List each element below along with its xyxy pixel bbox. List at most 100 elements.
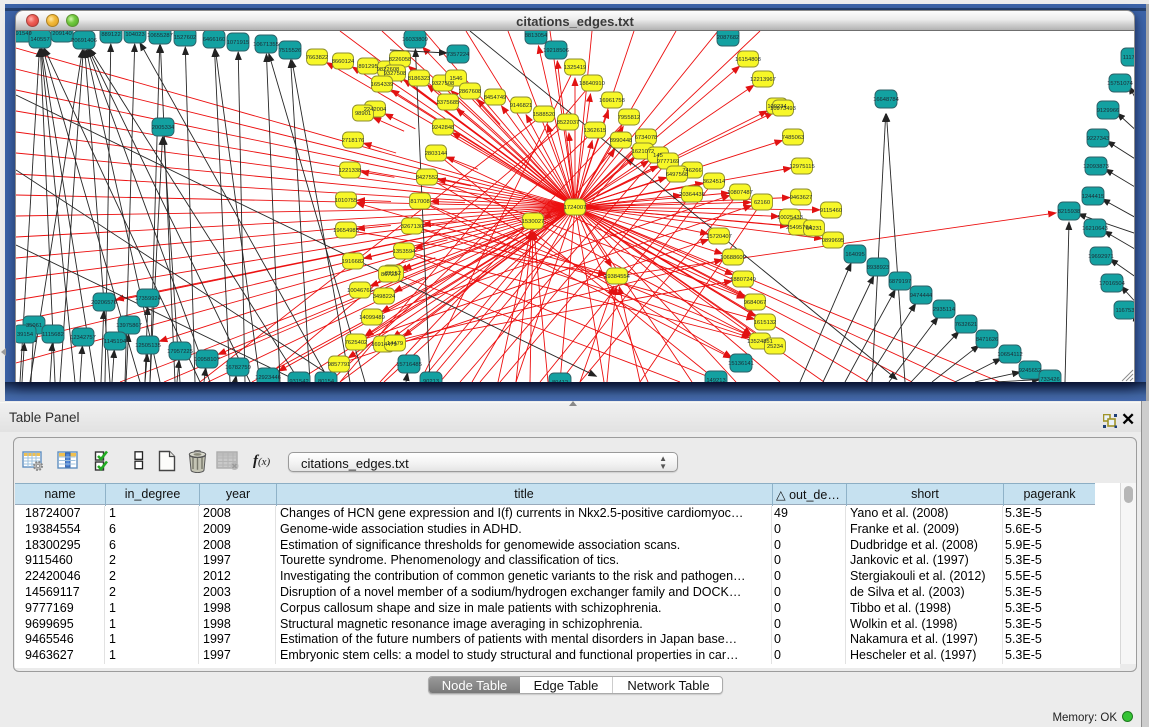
- svg-text:1145194: 1145194: [104, 339, 127, 345]
- svg-text:391549: 391549: [16, 31, 32, 37]
- svg-text:90213: 90213: [423, 379, 439, 382]
- svg-text:8660124: 8660124: [332, 59, 355, 65]
- svg-text:25234: 25234: [767, 344, 784, 350]
- svg-text:1546: 1546: [450, 76, 463, 82]
- svg-text:19384554: 19384554: [604, 274, 631, 280]
- svg-text:7515526: 7515526: [279, 48, 302, 54]
- svg-text:19218506: 19218506: [543, 48, 569, 54]
- svg-text:164095: 164095: [845, 252, 864, 258]
- svg-text:9129966: 9129966: [1097, 108, 1120, 114]
- svg-text:8427552: 8427552: [416, 175, 439, 181]
- svg-text:0899695: 0899695: [822, 238, 845, 244]
- svg-text:1115682: 1115682: [42, 332, 64, 338]
- svg-text:1588520: 1588520: [533, 112, 556, 118]
- svg-text:2005334: 2005334: [152, 125, 175, 131]
- svg-text:17016504: 17016504: [1099, 281, 1126, 287]
- svg-text:64231: 64231: [806, 226, 822, 232]
- svg-text:1621072: 1621072: [632, 149, 655, 155]
- svg-text:10025433: 10025433: [777, 215, 803, 221]
- svg-text:35061: 35061: [26, 323, 42, 329]
- svg-text:20691406: 20691406: [71, 38, 97, 44]
- svg-text:2935114: 2935114: [933, 307, 956, 313]
- svg-text:10688609: 10688609: [720, 255, 746, 261]
- svg-text:1244415: 1244415: [1082, 194, 1105, 200]
- svg-text:80412: 80412: [552, 380, 568, 382]
- svg-text:9777169: 9777169: [657, 159, 680, 165]
- svg-text:8522037: 8522037: [557, 120, 580, 126]
- svg-text:10807487: 10807487: [727, 190, 753, 196]
- svg-text:12093873: 12093873: [1083, 164, 1109, 170]
- svg-text:16210643: 16210643: [1082, 226, 1108, 232]
- svg-text:1724007: 1724007: [564, 205, 587, 211]
- svg-text:1221338: 1221338: [339, 168, 362, 174]
- svg-text:149213: 149213: [706, 378, 725, 382]
- svg-text:9242848: 9242848: [432, 125, 455, 131]
- svg-text:8813054: 8813054: [525, 33, 548, 39]
- svg-text:9245652: 9245652: [1019, 368, 1042, 374]
- svg-text:9463627: 9463627: [790, 195, 813, 201]
- svg-text:2718176: 2718176: [342, 138, 365, 144]
- svg-text:8938923: 8938923: [867, 265, 890, 271]
- svg-text:7663822: 7663822: [306, 55, 329, 61]
- svg-text:1615132: 1615132: [754, 320, 777, 326]
- svg-text:817008: 817008: [410, 199, 429, 205]
- svg-text:80154: 80154: [318, 379, 335, 382]
- svg-text:931542: 931542: [289, 379, 308, 382]
- svg-text:8186323: 8186323: [408, 76, 431, 82]
- svg-text:10654112: 10654112: [997, 352, 1022, 358]
- svg-text:2867608: 2867608: [459, 89, 482, 95]
- svg-text:17359924: 17359924: [135, 296, 162, 302]
- svg-text:1916682: 1916682: [342, 259, 365, 265]
- svg-text:15751074: 15751074: [1107, 81, 1134, 87]
- svg-text:1530027: 1530027: [522, 219, 545, 225]
- svg-text:20206576: 20206576: [91, 300, 117, 306]
- svg-text:3624514: 3624514: [703, 179, 726, 185]
- svg-text:9115460: 9115460: [820, 208, 842, 214]
- svg-text:10958107: 10958107: [194, 357, 220, 363]
- svg-text:9684067: 9684067: [744, 300, 767, 306]
- svg-text:1362615: 1362615: [584, 128, 607, 134]
- svg-text:8454749: 8454749: [484, 95, 507, 101]
- svg-text:14099489: 14099489: [359, 315, 385, 321]
- svg-text:16033809: 16033809: [402, 37, 428, 43]
- svg-text:15720407: 15720407: [706, 234, 732, 240]
- svg-text:12923446: 12923446: [255, 375, 281, 381]
- svg-text:18640910: 18640910: [579, 81, 605, 87]
- svg-text:17957225: 17957225: [167, 349, 193, 355]
- svg-text:12975115: 12975115: [789, 164, 814, 170]
- svg-text:1353594: 1353594: [393, 249, 416, 255]
- svg-text:8990448: 8990448: [610, 138, 633, 144]
- svg-text:9146821: 9146821: [510, 103, 533, 109]
- svg-text:20364436: 20364436: [679, 192, 705, 198]
- svg-text:2087682: 2087682: [717, 35, 740, 41]
- svg-text:10973493: 10973493: [770, 106, 796, 112]
- svg-text:140557: 140557: [30, 37, 49, 43]
- svg-text:8215938: 8215938: [1058, 209, 1081, 215]
- svg-text:1527602: 1527602: [174, 35, 197, 41]
- svg-text:6497568: 6497568: [666, 172, 689, 178]
- svg-text:1654339: 1654339: [371, 82, 394, 88]
- svg-text:14479: 14479: [387, 341, 403, 347]
- svg-text:3498224: 3498224: [373, 294, 396, 300]
- svg-text:39154: 39154: [17, 332, 34, 338]
- svg-text:10655287: 10655287: [147, 33, 173, 39]
- svg-text:116753: 116753: [1116, 308, 1135, 314]
- svg-text:2803144: 2803144: [425, 151, 448, 157]
- svg-text:3375685: 3375685: [437, 100, 460, 106]
- svg-text:15136141: 15136141: [728, 361, 754, 367]
- svg-text:15716485: 15716485: [396, 362, 422, 368]
- svg-text:16648784: 16648784: [873, 97, 900, 103]
- svg-text:10046766: 10046766: [347, 288, 373, 294]
- svg-text:733426: 733426: [1040, 377, 1059, 382]
- svg-text:1325419: 1325419: [564, 65, 587, 71]
- svg-text:86723: 86723: [381, 272, 397, 278]
- svg-text:62160: 62160: [754, 200, 770, 206]
- svg-text:104023: 104023: [125, 32, 144, 38]
- svg-text:8471626: 8471626: [976, 337, 999, 343]
- svg-text:8226058: 8226058: [389, 57, 412, 63]
- svg-text:10671355: 10671355: [253, 42, 279, 48]
- svg-text:891295: 891295: [358, 64, 377, 70]
- svg-text:98901: 98901: [355, 111, 371, 117]
- svg-text:1010755: 1010755: [335, 198, 358, 204]
- svg-text:9327508: 9327508: [384, 71, 407, 77]
